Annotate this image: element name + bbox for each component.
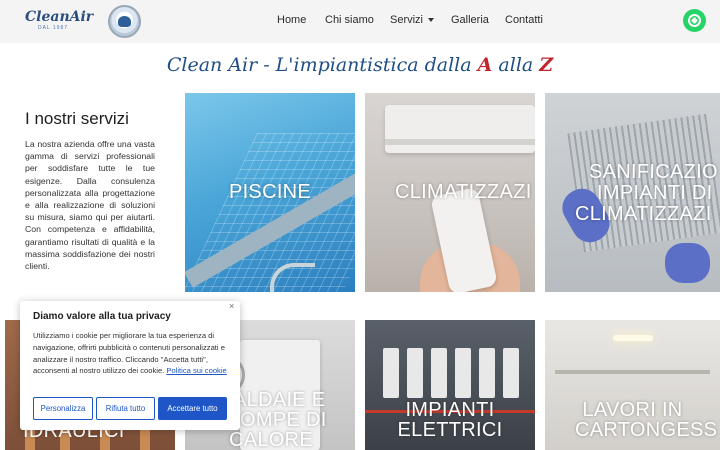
- chevron-down-icon: [428, 18, 435, 23]
- close-icon[interactable]: ×: [229, 301, 234, 311]
- service-label-line3: CALORE: [229, 429, 314, 450]
- accept-all-button[interactable]: Accettare tutto: [158, 397, 227, 420]
- service-label-line2: CARTONGESS: [575, 419, 718, 441]
- service-label-line3: CLIMATIZZAZI: [575, 203, 712, 225]
- customize-button[interactable]: Personalizza: [33, 397, 93, 420]
- section-description: La nostra azienda offre una vasta gamma …: [25, 139, 155, 272]
- nav-galleria[interactable]: Galleria: [451, 14, 489, 26]
- service-label-line2: IMPIANTI DI: [597, 182, 713, 204]
- cookie-consent-banner: × Diamo valore alla tua privacy Utilizzi…: [20, 301, 240, 430]
- service-label: PISCINE: [228, 181, 312, 203]
- nav-home[interactable]: Home: [277, 14, 306, 26]
- whatsapp-icon[interactable]: [683, 9, 706, 32]
- service-label-line2: OMPE DI: [240, 409, 327, 431]
- nav-servizi-label: Servizi: [390, 14, 424, 26]
- service-tile-sanificazione[interactable]: SANIFICAZIO IMPIANTI DI CLIMATIZZAZI: [545, 93, 720, 292]
- logo-subtext: DAL 1987: [37, 25, 69, 31]
- nav-chi-siamo[interactable]: Chi siamo: [325, 14, 374, 26]
- nav-servizi[interactable]: Servizi: [390, 14, 435, 26]
- tagline: Clean Air - L'impiantistica dalla A alla…: [0, 54, 720, 76]
- cookie-text: Utilizziamo i cookie per migliorare la t…: [33, 330, 229, 377]
- service-tile-piscine[interactable]: PISCINE: [185, 93, 355, 292]
- partner-badge-icon: [108, 5, 141, 38]
- service-label: CLIMATIZZAZI: [395, 181, 532, 203]
- nav-contatti[interactable]: Contatti: [505, 14, 543, 26]
- service-tile-cartongesso[interactable]: LAVORI IN CARTONGESS: [545, 320, 720, 450]
- tagline-letter-a: A: [477, 54, 493, 76]
- tagline-middle: alla: [492, 54, 540, 76]
- service-tile-elettrici[interactable]: IMPIANTI ELETTRICI: [365, 320, 535, 450]
- service-label-line1: LAVORI IN: [582, 399, 683, 421]
- service-tile-climatizzazione[interactable]: CLIMATIZZAZI: [365, 93, 535, 292]
- reject-all-button[interactable]: Rifiuta tutto: [96, 397, 155, 420]
- tagline-prefix: Clean Air - L'impiantistica dalla: [166, 54, 478, 76]
- tagline-letter-z: Z: [539, 54, 554, 76]
- logo-text: CleanAir: [25, 9, 94, 25]
- service-label-line2: ELETTRICI: [397, 419, 503, 441]
- section-title: I nostri servizi: [25, 109, 129, 128]
- site-header: CleanAir DAL 1987 Home Chi siamo Servizi…: [0, 0, 720, 43]
- cookie-title: Diamo valore alla tua privacy: [33, 311, 171, 322]
- cookie-policy-link[interactable]: Politica sui cookie: [166, 366, 226, 375]
- service-label-line1: IMPIANTI: [405, 399, 495, 421]
- service-label-line1: ALDAIE E: [233, 389, 326, 411]
- cleanair-logo[interactable]: CleanAir DAL 1987: [25, 9, 94, 35]
- service-label-line1: SANIFICAZIO: [589, 161, 718, 183]
